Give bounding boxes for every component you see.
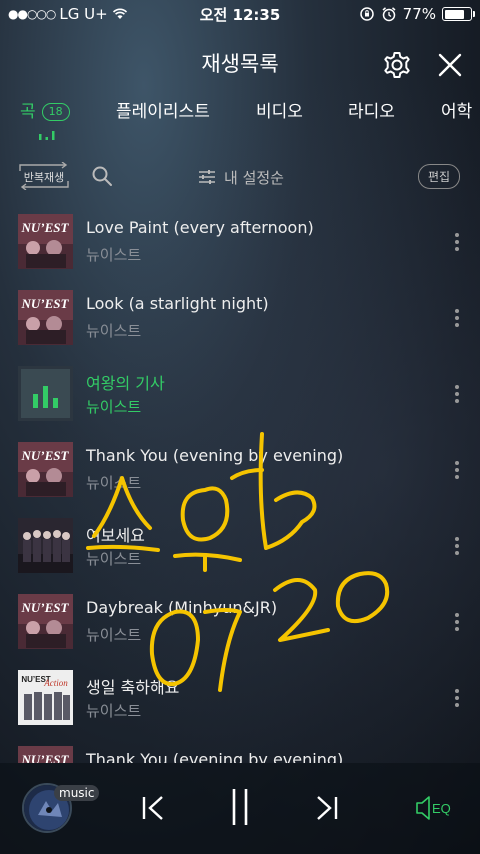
- carrier-name: LG U+: [59, 5, 108, 23]
- song-artist: 뉴이스트: [86, 474, 142, 492]
- song-row[interactable]: NU’EST Thank You (evening by evening): [0, 735, 480, 763]
- song-title: Love Paint (every afternoon): [86, 218, 314, 237]
- search-icon[interactable]: [91, 165, 113, 187]
- svg-text:NU’EST: NU’EST: [21, 752, 70, 763]
- song-title: Look (a starlight night): [86, 294, 269, 313]
- battery-level: [444, 9, 464, 19]
- list-toolbar: 반복재생 내 설정순 편집: [0, 160, 480, 194]
- status-bar: ●●○○○ LG U+ 오전 12:35 77%: [0, 0, 480, 28]
- song-count-badge: 18: [41, 103, 70, 121]
- music-badge: music: [54, 785, 100, 801]
- song-title: 생일 축하해요: [86, 678, 180, 697]
- song-title: Daybreak (Minhyun&JR): [86, 598, 278, 617]
- sort-button[interactable]: 내 설정순: [198, 164, 284, 190]
- more-vertical-icon[interactable]: [450, 307, 464, 329]
- song-row[interactable]: NU’EST Daybreak (Minhyun&JR) 뉴이스트: [0, 583, 480, 659]
- repeat-button[interactable]: 반복재생: [16, 162, 72, 190]
- song-artist: 뉴이스트: [86, 246, 142, 264]
- svg-text:NU’EST: NU’EST: [21, 448, 70, 463]
- more-vertical-icon[interactable]: [450, 535, 464, 557]
- pause-icon[interactable]: [226, 787, 254, 827]
- tab-video[interactable]: 비디오: [256, 98, 303, 126]
- tab-label: 곡: [20, 102, 36, 122]
- song-artist: 뉴이스트: [86, 702, 142, 720]
- tab-language[interactable]: 어학: [441, 98, 472, 126]
- song-row[interactable]: NU’EST Action 생일 축하해요 뉴이스트: [0, 659, 480, 735]
- tab-bar: 곡 18 플레이리스트 비디오 라디오 어학: [0, 98, 480, 148]
- more-vertical-icon[interactable]: [450, 687, 464, 709]
- next-icon[interactable]: [312, 793, 340, 823]
- battery-percent: 77%: [402, 5, 436, 23]
- song-row[interactable]: NU’EST Love Paint (every afternoon) 뉴이스트: [0, 203, 480, 279]
- svg-text:NU’EST: NU’EST: [21, 600, 70, 615]
- song-title: 여왕의 기사: [86, 374, 165, 393]
- svg-text:Action: Action: [43, 678, 68, 688]
- album-art: NU’EST: [18, 442, 73, 497]
- album-art: NU’EST: [18, 214, 73, 269]
- tab-playlist[interactable]: 플레이리스트: [116, 98, 210, 126]
- song-row-now-playing[interactable]: 여왕의 기사 뉴이스트: [0, 355, 480, 431]
- header: 재생목록: [0, 44, 480, 84]
- song-list: NU’EST Love Paint (every afternoon) 뉴이스트…: [0, 203, 480, 763]
- album-art: NU’EST Action: [18, 670, 73, 725]
- song-row[interactable]: 여보세요 뉴이스트: [0, 507, 480, 583]
- eq-label: EQ: [432, 801, 451, 816]
- svg-text:NU’EST: NU’EST: [21, 296, 70, 311]
- equalizer-speaker-icon: EQ: [416, 796, 451, 820]
- more-vertical-icon[interactable]: [450, 231, 464, 253]
- more-vertical-icon[interactable]: [450, 383, 464, 405]
- album-art: [18, 518, 73, 573]
- song-artist: 뉴이스트: [86, 398, 142, 416]
- svg-text:NU’EST: NU’EST: [21, 220, 70, 235]
- song-title: Thank You (evening by evening): [86, 446, 344, 465]
- song-row[interactable]: NU’EST Look (a starlight night) 뉴이스트: [0, 279, 480, 355]
- album-art: NU’EST: [18, 746, 73, 763]
- eq-button[interactable]: EQ: [414, 793, 458, 823]
- song-artist: 뉴이스트: [86, 322, 142, 340]
- mini-player: music EQ: [0, 763, 480, 854]
- sort-label: 내 설정순: [224, 168, 284, 187]
- close-icon[interactable]: [435, 50, 465, 80]
- tab-radio[interactable]: 라디오: [348, 98, 395, 126]
- sliders-icon: [199, 170, 215, 184]
- song-artist: 뉴이스트: [86, 626, 142, 644]
- gear-icon[interactable]: [382, 50, 412, 80]
- alarm-icon: [382, 7, 396, 22]
- more-vertical-icon[interactable]: [450, 611, 464, 633]
- wifi-icon: [112, 8, 127, 19]
- now-playing-indicator-icon: [39, 131, 55, 140]
- song-title: Thank You (evening by evening): [86, 750, 344, 763]
- tab-songs[interactable]: 곡 18: [20, 98, 70, 126]
- repeat-label: 반복재생: [23, 171, 65, 184]
- previous-icon[interactable]: [140, 793, 168, 823]
- song-artist: 뉴이스트: [86, 550, 142, 568]
- song-row[interactable]: NU’EST Thank You (evening by evening) 뉴이…: [0, 431, 480, 507]
- album-art: NU’EST: [18, 290, 73, 345]
- song-title: 여보세요: [86, 526, 145, 545]
- more-vertical-icon[interactable]: [450, 459, 464, 481]
- rotation-lock-icon: [359, 7, 374, 21]
- edit-button[interactable]: 편집: [418, 164, 461, 189]
- battery-icon: [442, 7, 475, 21]
- album-art: [18, 366, 73, 421]
- album-art: NU’EST: [18, 594, 73, 649]
- signal-strength: ●●○○○: [8, 7, 56, 21]
